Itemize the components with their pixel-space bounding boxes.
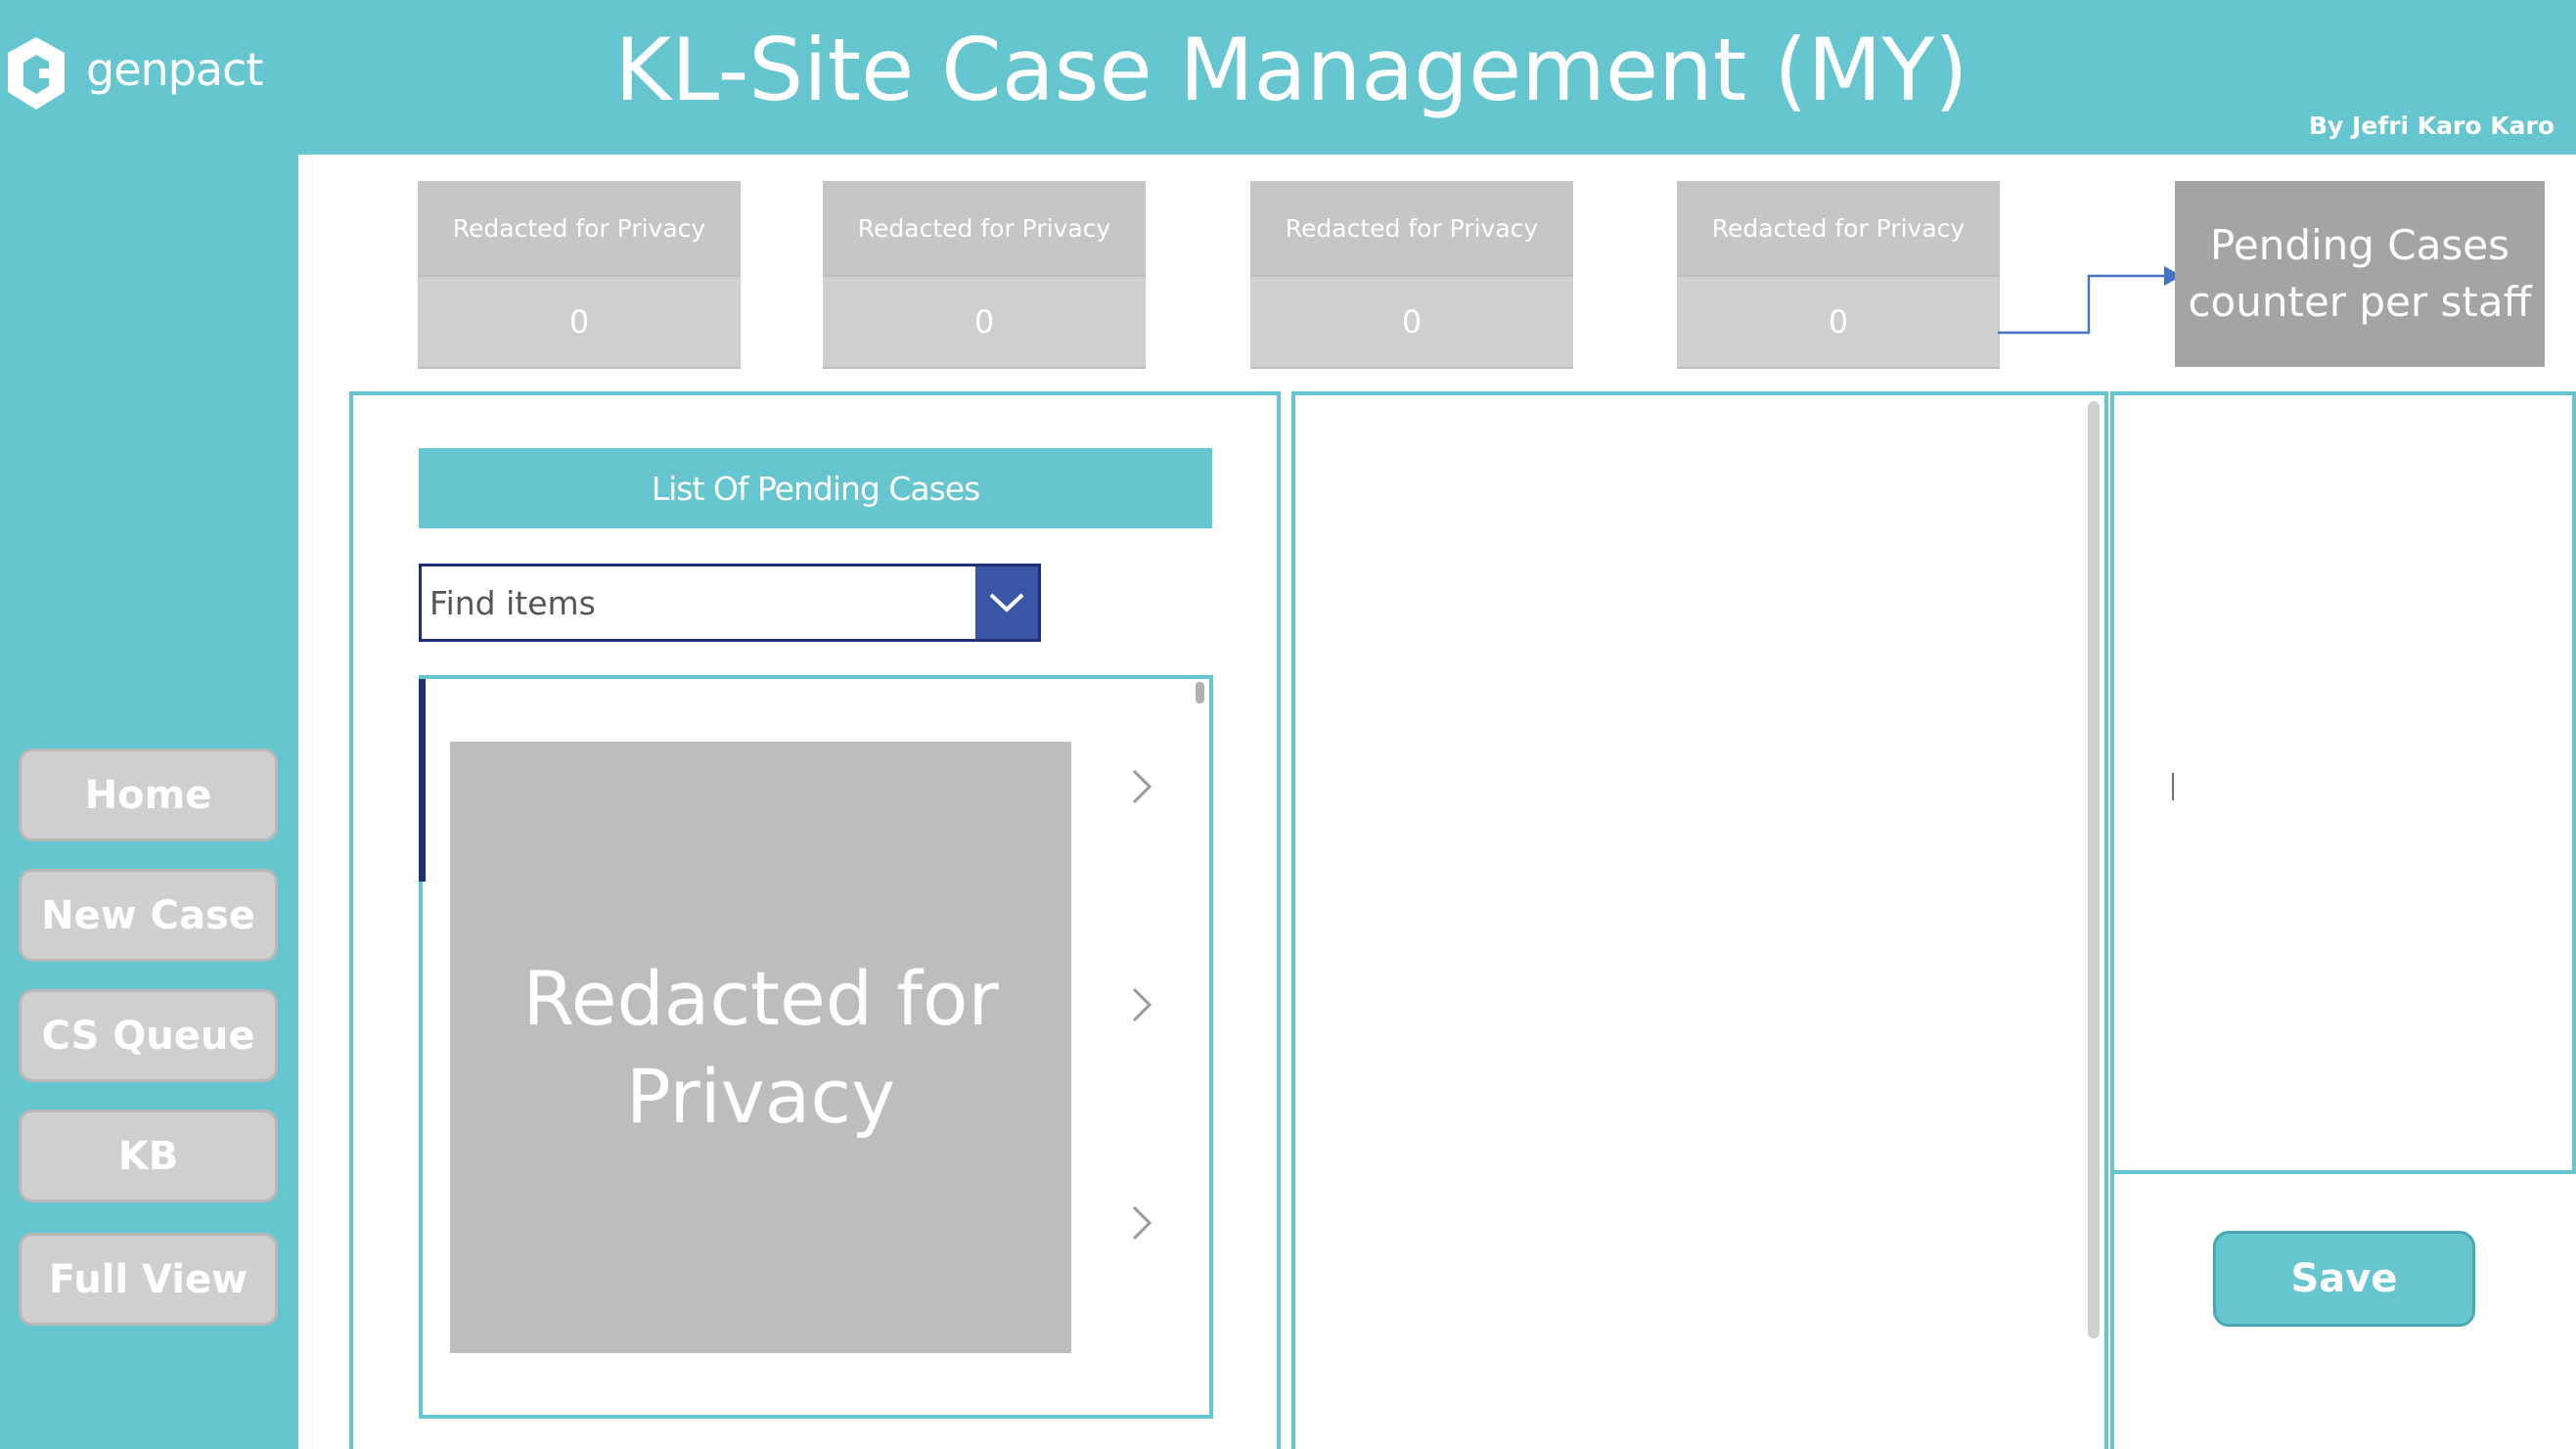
nav-new-case-button[interactable]: New Case [19, 869, 278, 962]
stat-tile-value: 0 [1250, 275, 1573, 369]
nav-home-button[interactable]: Home [19, 748, 278, 841]
nav-full-view-button[interactable]: Full View [19, 1233, 278, 1326]
stat-tile-value: 0 [418, 275, 741, 369]
gallery-scrollbar[interactable] [1196, 682, 1204, 703]
chevron-down-icon [989, 593, 1024, 612]
find-items-combobox[interactable] [419, 564, 1041, 642]
stat-tile-value: 0 [1677, 275, 2000, 369]
chevron-right-icon[interactable] [1125, 767, 1158, 806]
stat-tile: Redacted for Privacy 0 [1250, 181, 1573, 369]
stat-tile-value: 0 [823, 275, 1146, 369]
dropdown-toggle-button[interactable] [975, 566, 1038, 639]
notes-panel[interactable] [2110, 391, 2576, 1174]
chevron-right-icon[interactable] [1125, 1203, 1158, 1243]
case-detail-panel [1291, 391, 2108, 1449]
stat-tile-label: Redacted for Privacy [1677, 181, 2000, 275]
save-button[interactable]: Save [2213, 1231, 2475, 1327]
pending-cases-callout: Pending Cases counter per staff [2175, 181, 2545, 367]
find-items-input[interactable] [429, 566, 977, 639]
stat-tile-label: Redacted for Privacy [823, 181, 1146, 275]
chevron-right-icon[interactable] [1125, 985, 1158, 1024]
detail-scrollbar[interactable] [2088, 401, 2100, 1338]
list-heading: List Of Pending Cases [419, 448, 1212, 528]
brand-name: genpact [86, 43, 263, 96]
author-credit: By Jefri Karo Karo [2309, 112, 2554, 140]
redacted-gallery-content: Redacted for Privacy [450, 742, 1071, 1353]
selected-row-indicator [419, 679, 426, 882]
stat-tile: Redacted for Privacy 0 [1677, 181, 2000, 369]
stat-tile: Redacted for Privacy 0 [418, 181, 741, 369]
stat-tile-label: Redacted for Privacy [1250, 181, 1573, 275]
stat-tile-label: Redacted for Privacy [418, 181, 741, 275]
nav-cs-queue-button[interactable]: CS Queue [19, 989, 278, 1082]
text-cursor [2172, 773, 2174, 800]
callout-arrow-icon [1998, 266, 2182, 335]
stat-tile: Redacted for Privacy 0 [823, 181, 1146, 369]
page-title: KL-Site Case Management (MY) [614, 20, 1968, 120]
genpact-logo-icon [8, 37, 65, 110]
nav-kb-button[interactable]: KB [19, 1109, 278, 1202]
